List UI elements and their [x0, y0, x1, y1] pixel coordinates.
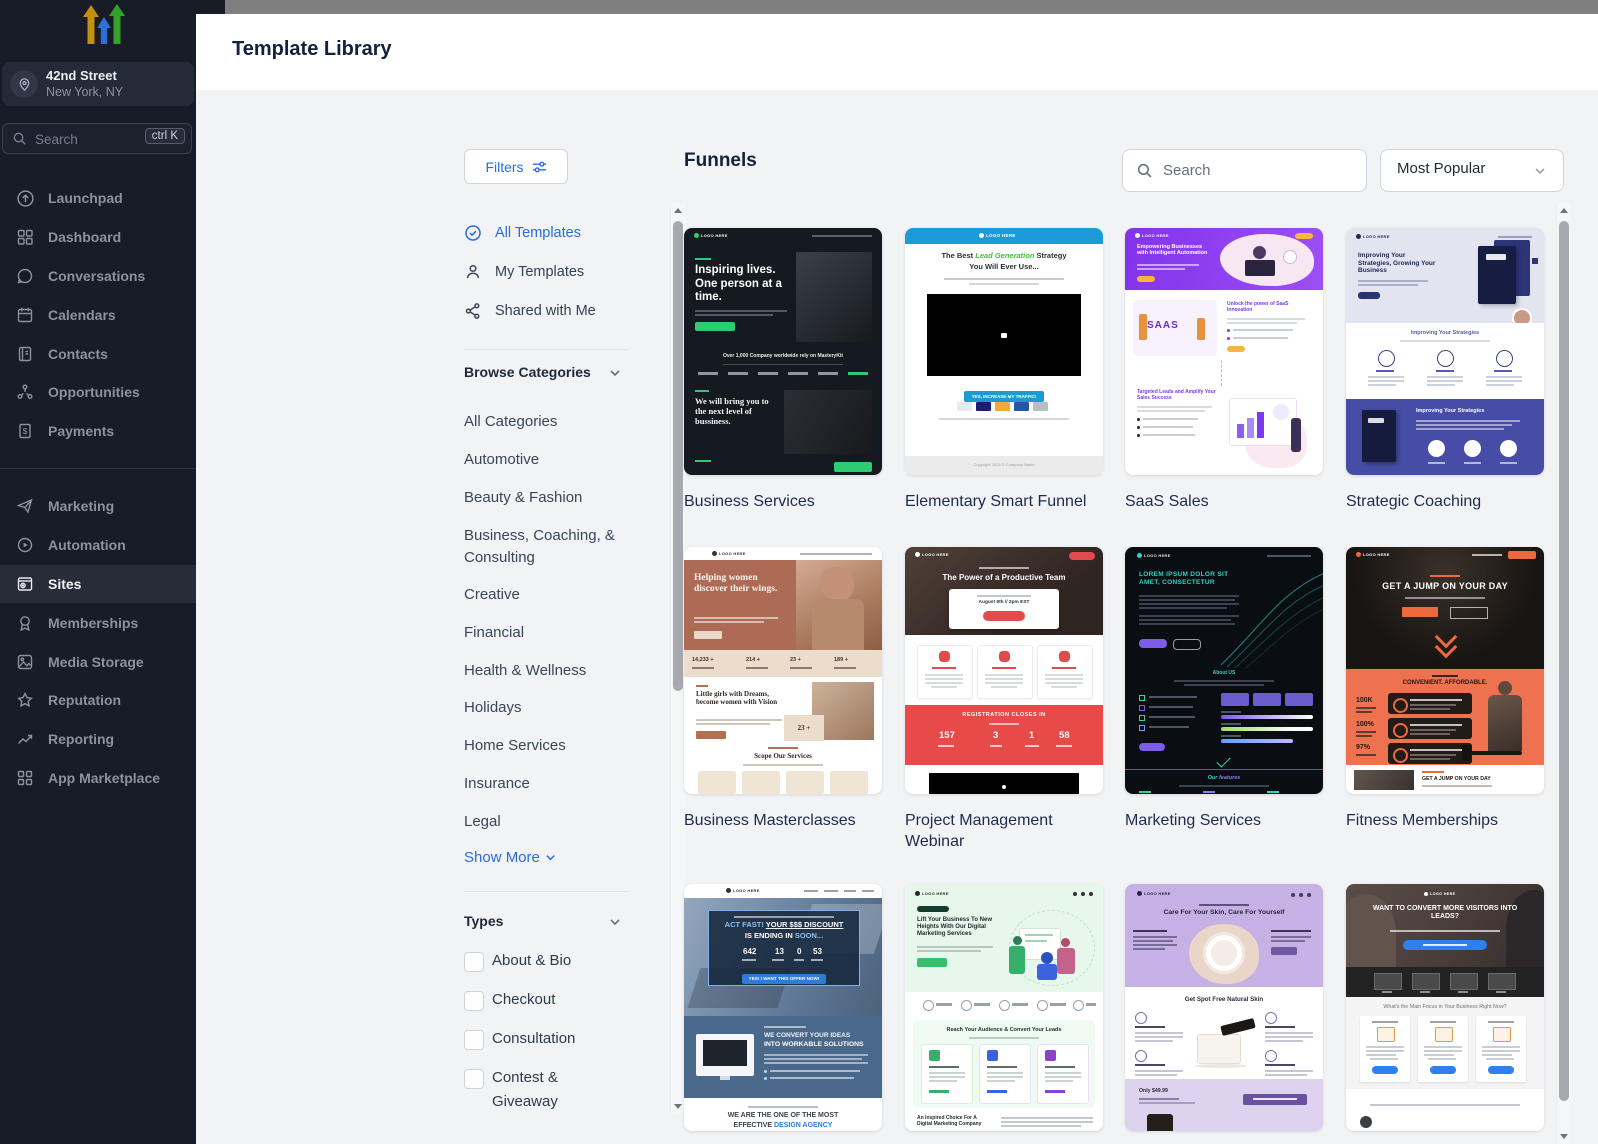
- template-card-strategic-coaching[interactable]: LOGO HERE Improving Your Strategies, Gro…: [1346, 228, 1544, 512]
- template-thumbnail: LOGO HERE Inspiring lives. One person at…: [684, 228, 882, 475]
- template-card-business-services[interactable]: LOGO HERE Inspiring lives. One person at…: [684, 228, 882, 512]
- template-card-digital-marketing[interactable]: LOGO HERE Lift Your Business To New Heig…: [905, 884, 1103, 1131]
- template-thumbnail: LOGO HERE GET A JUMP ON YOUR DAY CONVENI…: [1346, 547, 1544, 794]
- template-thumbnail: LOGO HERE WANT TO CONVERT MORE VISITORS …: [1346, 884, 1544, 1131]
- template-card-leads-webinar[interactable]: LOGO HERE WANT TO CONVERT MORE VISITORS …: [1346, 884, 1544, 1131]
- template-card-saas-sales[interactable]: LOGO HERE Empowering Businesses with Int…: [1125, 228, 1323, 512]
- template-title: Business Masterclasses: [684, 810, 882, 831]
- template-title: Elementary Smart Funnel: [905, 491, 1103, 512]
- template-title: Fitness Memberships: [1346, 810, 1544, 831]
- template-title: SaaS Sales: [1125, 491, 1323, 512]
- template-title: Project Management Webinar: [905, 810, 1103, 852]
- template-thumbnail: LOGO HERE LOREM IPSUM DOLOR SIT AMET, CO…: [1125, 547, 1323, 794]
- template-card-business-masterclasses[interactable]: LOGO HERE Helping women discover their w…: [684, 547, 882, 831]
- template-thumbnail: LOGO HERE Lift Your Business To New Heig…: [905, 884, 1103, 1131]
- template-card-marketing-services[interactable]: LOGO HERE LOREM IPSUM DOLOR SIT AMET, CO…: [1125, 547, 1323, 831]
- template-title: Business Services: [684, 491, 882, 512]
- template-title: Strategic Coaching: [1346, 491, 1544, 512]
- template-card-project-management-webinar[interactable]: LOGO HERE The Power of a Productive Team…: [905, 547, 1103, 852]
- template-library-app: 42nd Street New York, NY ctrl K Launchpa…: [0, 0, 1598, 1144]
- template-thumbnail: LOGO HERE ACT FAST! YOUR $$$ DISCOUNT IS…: [684, 884, 882, 1131]
- template-card-fitness-memberships[interactable]: LOGO HERE GET A JUMP ON YOUR DAY CONVENI…: [1346, 547, 1544, 831]
- template-thumbnail: LOGO HERE Empowering Businesses with Int…: [1125, 228, 1323, 475]
- template-thumbnail: LOGO HERE Helping women discover their w…: [684, 547, 882, 794]
- template-card-elementary-smart-funnel[interactable]: LOGO HERE The Best Lead Generation Strat…: [905, 228, 1103, 512]
- template-card-skincare[interactable]: LOGO HERE Care For Your Skin, Care For Y…: [1125, 884, 1323, 1131]
- template-title: Marketing Services: [1125, 810, 1323, 831]
- template-thumbnail: LOGO HERE Care For Your Skin, Care For Y…: [1125, 884, 1323, 1131]
- template-thumbnail: LOGO HERE The Power of a Productive Team…: [905, 547, 1103, 794]
- template-thumbnail: LOGO HERE Improving Your Strategies, Gro…: [1346, 228, 1544, 475]
- template-thumbnail: LOGO HERE The Best Lead Generation Strat…: [905, 228, 1103, 475]
- offer-panel: ACT FAST! YOUR $$$ DISCOUNT IS ENDING IN…: [708, 910, 860, 986]
- template-grid: LOGO HERE Inspiring lives. One person at…: [0, 0, 1598, 1144]
- template-card-agency-offer[interactable]: LOGO HERE ACT FAST! YOUR $$$ DISCOUNT IS…: [684, 884, 882, 1131]
